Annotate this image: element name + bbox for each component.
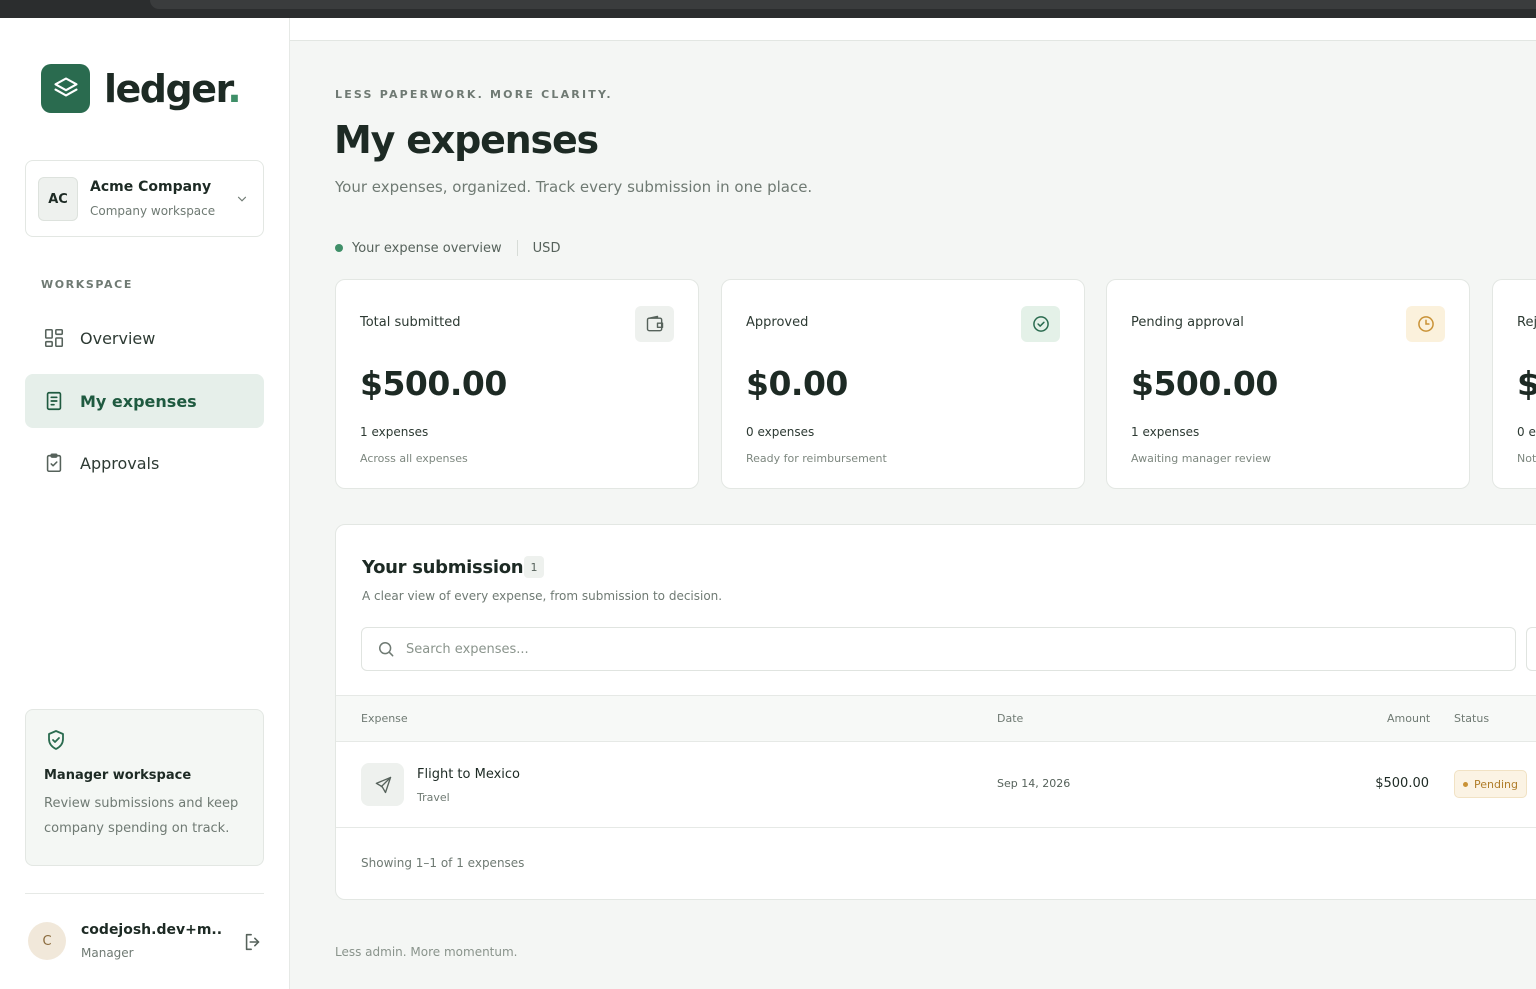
- stat-card-approved: Approved $0.00 0 expenses Ready for reim…: [721, 279, 1085, 489]
- submissions-description: A clear view of every expense, from subm…: [362, 589, 723, 603]
- stat-amount: $: [1517, 364, 1536, 403]
- stat-label: Pending approval: [1131, 315, 1244, 330]
- avatar: C: [28, 922, 66, 960]
- manager-workspace-card: Manager workspace Review submissions and…: [25, 709, 264, 866]
- overview-separator: [516, 240, 518, 256]
- browser-tab-strip: [150, 0, 1536, 9]
- logout-icon[interactable]: [242, 931, 264, 957]
- table-row[interactable]: Flight to Mexico Travel Sep 14, 2026 $50…: [336, 742, 1536, 828]
- column-header-status[interactable]: Status: [1454, 712, 1489, 725]
- app-name-text: ledger: [104, 66, 229, 111]
- sidebar-divider: [25, 893, 264, 894]
- user-role: Manager: [81, 946, 134, 960]
- submissions-title: Your submissions: [362, 557, 534, 578]
- clipboard-check-icon: [43, 452, 65, 474]
- sidebar-item-label: Approvals: [80, 453, 160, 473]
- company-switcher[interactable]: AC Acme Company Company workspace: [25, 160, 264, 237]
- grid-icon: [43, 327, 65, 349]
- stat-count: 0 e: [1517, 425, 1536, 439]
- company-badge: AC: [38, 177, 78, 221]
- status-dot: [335, 244, 343, 252]
- header-divider: [290, 40, 1536, 41]
- stat-amount: $0.00: [746, 364, 848, 403]
- app-logo[interactable]: ledger.: [41, 64, 242, 113]
- expense-name: Flight to Mexico: [417, 767, 520, 782]
- status-badge: Pending: [1454, 770, 1527, 798]
- stat-amount: $500.00: [360, 364, 507, 403]
- stat-card-total-submitted: Total submitted $500.00 1 expenses Acros…: [335, 279, 699, 489]
- stat-card-pending-approval: Pending approval $500.00 1 expenses Awai…: [1106, 279, 1470, 489]
- user-profile[interactable]: C codejosh.dev+m... Manager: [28, 920, 264, 964]
- stat-note: Not: [1517, 452, 1536, 465]
- sidebar-item-label: My expenses: [80, 391, 197, 411]
- receipt-icon: [43, 390, 65, 412]
- currency-label: USD: [532, 240, 561, 256]
- search-field[interactable]: [361, 627, 1516, 671]
- submissions-panel: Your submissions 1 A clear view of every…: [335, 524, 1536, 900]
- page-title: My expenses: [334, 118, 599, 162]
- sidebar-item-overview[interactable]: Overview: [25, 311, 264, 365]
- stat-count: 0 expenses: [746, 425, 815, 439]
- stat-amount: $500.00: [1131, 364, 1278, 403]
- chevron-down-icon: [235, 191, 249, 210]
- status-dot: [1463, 781, 1468, 787]
- clock-icon: [1406, 306, 1445, 342]
- company-subtitle: Company workspace: [90, 204, 216, 218]
- wallet-icon: [635, 306, 674, 342]
- shield-check-icon: [44, 728, 245, 756]
- expense-date: Sep 14, 2026: [997, 777, 1071, 790]
- page-subtitle: Your expenses, organized. Track every su…: [335, 178, 813, 196]
- check-circle-icon: [1021, 306, 1060, 342]
- plane-icon: [361, 763, 404, 806]
- overview-label-row: Your expense overview USD: [335, 240, 560, 256]
- stat-note: Awaiting manager review: [1131, 452, 1272, 465]
- company-name: Acme Company: [90, 179, 212, 195]
- submissions-count-badge: 1: [524, 556, 544, 578]
- sidebar: ledger. AC Acme Company Company workspac…: [0, 18, 290, 989]
- app-name: ledger.: [104, 66, 242, 111]
- sidebar-section-label: WORKSPACE: [41, 278, 133, 291]
- overview-label: Your expense overview: [352, 240, 502, 256]
- status-label: Pending: [1474, 777, 1518, 791]
- browser-topbar: [0, 0, 1536, 18]
- app-name-dot: .: [227, 66, 241, 111]
- layers-logo-icon: [41, 64, 90, 113]
- sidebar-item-label: Overview: [80, 328, 156, 348]
- stat-note: Ready for reimbursement: [746, 452, 887, 465]
- column-header-expense[interactable]: Expense: [361, 712, 408, 725]
- table-header: Expense Date Amount Status: [336, 695, 1536, 742]
- column-header-amount[interactable]: Amount: [1387, 712, 1430, 725]
- footer-tagline: Less admin. More momentum.: [335, 945, 518, 959]
- stat-card-rejected: Rej $ 0 e Not: [1492, 279, 1536, 489]
- stat-label: Total submitted: [360, 315, 461, 330]
- stat-note: Across all expenses: [360, 452, 468, 465]
- sidebar-item-my-expenses[interactable]: My expenses: [25, 374, 264, 428]
- stat-label: Rej: [1517, 315, 1536, 330]
- filter-button[interactable]: [1526, 627, 1536, 671]
- manager-card-title: Manager workspace: [44, 768, 192, 783]
- expense-amount: $500.00: [1375, 776, 1429, 791]
- header-strip: [290, 18, 1536, 40]
- sidebar-item-approvals[interactable]: Approvals: [25, 436, 264, 490]
- main-content: LESS PAPERWORK. MORE CLARITY. My expense…: [290, 18, 1536, 989]
- user-name: codejosh.dev+m...: [81, 922, 221, 938]
- manager-card-description: Review submissions and keep company spen…: [44, 796, 239, 836]
- pagination-summary: Showing 1–1 of 1 expenses: [361, 856, 525, 870]
- search-icon: [376, 639, 396, 659]
- page-eyebrow: LESS PAPERWORK. MORE CLARITY.: [335, 88, 613, 101]
- expense-category: Travel: [417, 791, 450, 804]
- stat-count: 1 expenses: [1131, 425, 1200, 439]
- search-input[interactable]: [406, 641, 1406, 657]
- column-header-date[interactable]: Date: [997, 712, 1023, 725]
- stat-label: Approved: [746, 315, 809, 330]
- stat-count: 1 expenses: [360, 425, 429, 439]
